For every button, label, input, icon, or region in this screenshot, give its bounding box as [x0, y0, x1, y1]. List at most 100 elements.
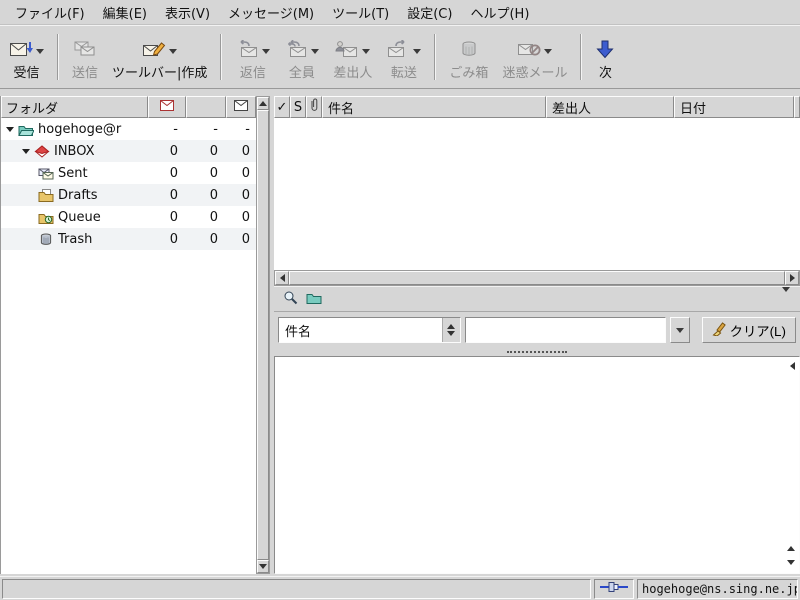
reply-dropdown-arrow[interactable] — [262, 48, 271, 54]
receive-dropdown-arrow[interactable] — [36, 48, 44, 54]
expander-icon[interactable] — [3, 126, 17, 132]
scroll-right-button[interactable] — [785, 271, 799, 285]
scroll-left-button[interactable] — [275, 271, 289, 285]
from-column-header[interactable]: 差出人 — [546, 96, 674, 118]
date-column-header[interactable]: 日付 — [674, 96, 794, 118]
send-button-label: 送信 — [72, 66, 99, 81]
reply-sender-icon — [335, 40, 359, 62]
reply-button[interactable]: 返信 — [228, 28, 277, 84]
status-message-panel — [2, 579, 591, 599]
subject-column-header[interactable]: 件名 — [322, 96, 546, 118]
arrow-right-icon — [789, 274, 795, 282]
folder-row-account[interactable]: hogehoge@r - - - — [1, 118, 256, 140]
search-history-dropdown-button[interactable] — [669, 317, 690, 343]
junk-button[interactable]: 迷惑メール — [495, 28, 574, 84]
reply-all-icon — [284, 39, 308, 62]
arrow-up-icon — [259, 101, 267, 106]
compose-button[interactable]: ツールバー|作成 — [105, 28, 214, 84]
toolbar-separator — [57, 34, 59, 80]
compose-dropdown-arrow[interactable] — [169, 48, 178, 54]
sent-icon — [37, 167, 55, 180]
folder-unread-count: 0 — [209, 165, 218, 181]
collapse-left-icon[interactable] — [790, 362, 795, 370]
reply-sender-button[interactable]: 差出人 — [326, 28, 379, 84]
junk-dropdown-arrow[interactable] — [544, 48, 553, 54]
menu-settings[interactable]: 設定(C) — [398, 0, 461, 25]
folder-unread-count: 0 — [209, 143, 218, 159]
forward-button[interactable]: 転送 — [379, 28, 428, 84]
folder-name: Queue — [58, 209, 101, 225]
message-list-header: ✓ S 件名 差出人 日付 — [274, 96, 800, 118]
search-mode-button[interactable] — [280, 289, 300, 309]
unread-count-column-header[interactable] — [186, 96, 227, 118]
message-view-pane[interactable] — [274, 356, 800, 574]
forward-dropdown-arrow[interactable] — [413, 48, 422, 54]
compose-icon — [142, 40, 166, 62]
reply-all-icon-area — [284, 39, 320, 63]
menu-tools[interactable]: ツール(T) — [323, 0, 398, 25]
attachment-column-header[interactable] — [306, 96, 322, 118]
receive-button[interactable]: 受信 — [2, 28, 51, 84]
folder-new-count: 0 — [169, 187, 178, 203]
new-count-column-header[interactable] — [148, 96, 187, 118]
receive-mail-icon — [9, 40, 33, 62]
reply-all-dropdown-arrow[interactable] — [311, 48, 320, 54]
message-list-hscrollbar[interactable] — [274, 270, 800, 286]
scroll-up-icon[interactable] — [787, 546, 795, 551]
menu-help[interactable]: ヘルプ(H) — [461, 0, 538, 25]
status-column-header[interactable]: S — [290, 96, 306, 118]
searchbar-collapse-button[interactable] — [782, 286, 794, 307]
queue-icon — [37, 211, 55, 224]
menu-view[interactable]: 表示(V) — [156, 0, 219, 25]
junk-mail-icon — [517, 40, 541, 62]
reply-all-button[interactable]: 全員 — [277, 28, 326, 84]
reply-sender-dropdown-arrow[interactable] — [362, 48, 371, 54]
mark-column-header[interactable]: ✓ — [274, 96, 290, 118]
drafts-icon — [37, 188, 55, 202]
scrollbar-thumb[interactable] — [257, 110, 269, 560]
folder-row-drafts[interactable]: Drafts 0 0 0 — [1, 184, 256, 206]
send-button[interactable]: 送信 — [65, 28, 105, 84]
reply-icon-area — [235, 39, 271, 63]
menu-message[interactable]: メッセージ(M) — [219, 0, 323, 25]
message-list-body[interactable] — [274, 118, 800, 270]
filter-type-combobox[interactable]: 件名 — [278, 317, 461, 343]
clear-brush-icon — [712, 321, 726, 339]
clear-search-button[interactable]: クリア(L) — [701, 317, 796, 343]
search-folder-button[interactable] — [304, 289, 324, 309]
folder-pane: フォルダ hogehoge@r - - - INBOX 0 0 0 Sent 0… — [0, 96, 257, 574]
scroll-down-button[interactable] — [257, 560, 269, 573]
folder-row-sent[interactable]: Sent 0 0 0 — [1, 162, 256, 184]
spin-down-icon — [447, 331, 456, 336]
compose-button-label: ツールバー|作成 — [112, 66, 208, 81]
next-button[interactable]: 次 — [588, 28, 622, 84]
search-filter-row: 件名 クリア(L) — [274, 312, 800, 348]
total-count-column-header[interactable] — [226, 96, 257, 118]
folder-name: INBOX — [54, 143, 95, 159]
clear-button-label: クリア(L) — [729, 323, 786, 339]
folder-name: Trash — [58, 231, 93, 247]
folder-row-inbox[interactable]: INBOX 0 0 0 — [1, 140, 256, 162]
folder-new-count: - — [173, 121, 178, 137]
send-mail-icon — [73, 40, 97, 62]
menu-edit[interactable]: 編集(E) — [94, 0, 156, 25]
scroll-up-button[interactable] — [257, 97, 269, 110]
folder-row-queue[interactable]: Queue 0 0 0 — [1, 206, 256, 228]
folder-row-trash[interactable]: Trash 0 0 0 — [1, 228, 256, 250]
search-text-input[interactable] — [464, 317, 666, 343]
trash-button[interactable]: ごみ箱 — [442, 28, 495, 84]
folder-column-header[interactable]: フォルダ — [1, 96, 149, 118]
mark-check-icon: ✓ — [276, 99, 288, 115]
menu-file[interactable]: ファイル(F) — [6, 0, 94, 25]
header-filler — [794, 96, 800, 118]
scrollbar-thumb[interactable] — [289, 271, 785, 285]
trash-icon — [457, 40, 481, 62]
drag-grip-handle[interactable] — [507, 351, 567, 353]
combo-spinner[interactable] — [441, 318, 460, 342]
folder-pane-scrollbar[interactable] — [256, 96, 270, 574]
scroll-down-icon[interactable] — [787, 560, 795, 565]
subject-column-label: 件名 — [328, 101, 355, 117]
connection-status-panel — [594, 579, 634, 599]
folder-new-count: 0 — [169, 165, 178, 181]
expander-icon[interactable] — [19, 148, 33, 154]
